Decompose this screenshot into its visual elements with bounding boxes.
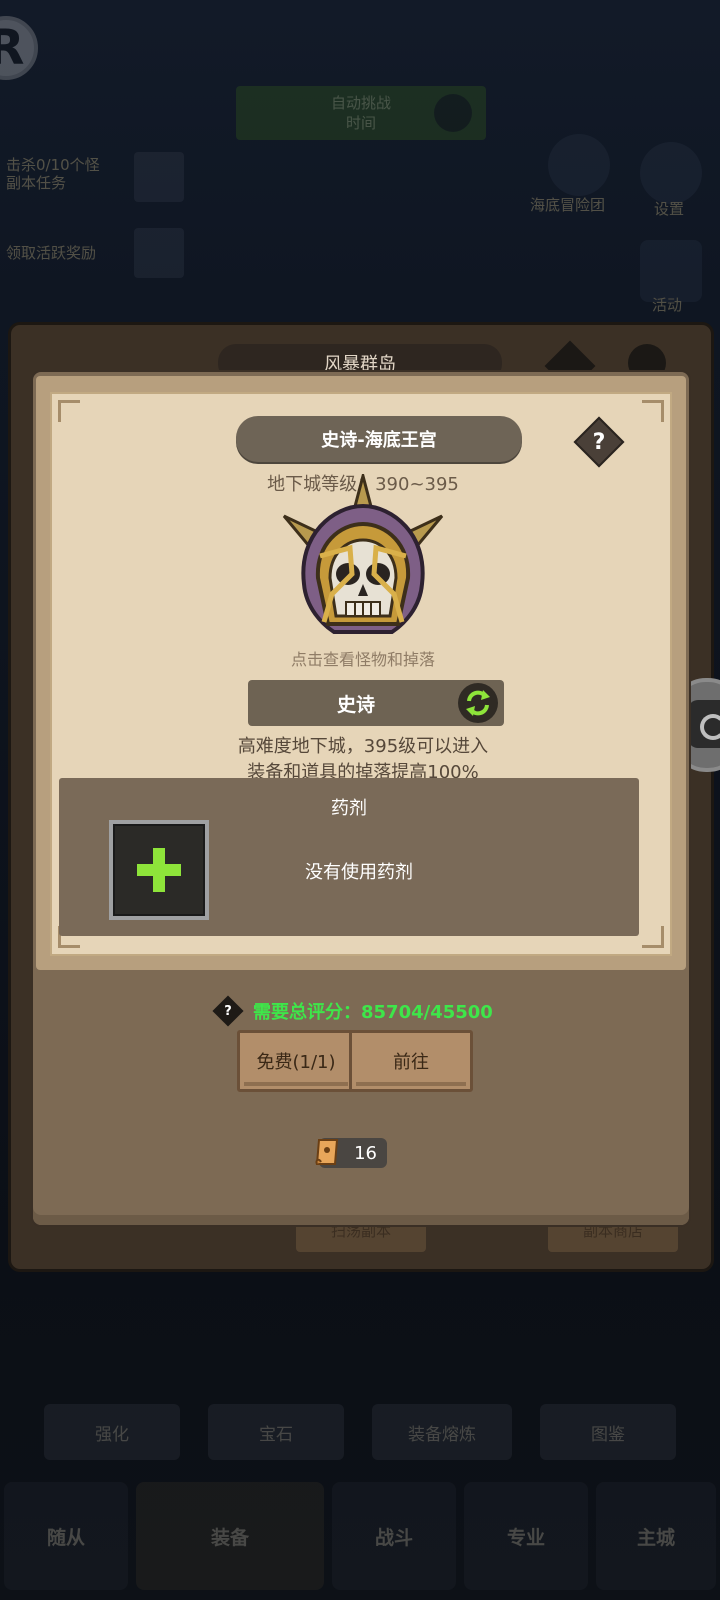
tab-enhance: 强化	[44, 1404, 180, 1460]
quest-icon-2	[134, 228, 184, 278]
tab-gem: 宝石	[208, 1404, 344, 1460]
banner-line2: 时间	[345, 114, 376, 132]
add-potion-button[interactable]	[109, 820, 209, 920]
go-button[interactable]: 前往	[349, 1030, 473, 1092]
settings-label: 设置	[654, 200, 685, 218]
auto-challenge-banner: 自动挑战 时间	[236, 86, 486, 140]
nav-battle: 战斗	[332, 1482, 456, 1590]
refresh-icon	[688, 700, 720, 748]
quest-item-1: 击杀0/10个怪 副本任务	[6, 156, 100, 192]
scroll-icon	[315, 1139, 339, 1165]
required-score-text: 需要总评分：85704/45500	[253, 1002, 493, 1023]
scroll-counter: 16	[315, 1138, 387, 1168]
required-score: ? 需要总评分：85704/45500	[212, 995, 493, 1027]
quest-line1: 击杀0/10个怪	[6, 156, 100, 174]
quest-icon-1	[134, 152, 184, 202]
boss-hint-text: 点击查看怪物和掉落	[290, 650, 435, 669]
tab-smelt: 装备熔炼	[372, 1404, 512, 1460]
nav-city: 主城	[596, 1482, 716, 1590]
dungeon-dialog: 史诗-海底王宫 ? 地下城等级：390~395	[33, 372, 689, 1225]
skull-helmet-boss-icon	[282, 470, 444, 634]
corner-ornament	[642, 400, 664, 422]
activity-label: 活动	[652, 296, 683, 314]
difficulty-selector: 史诗	[248, 680, 504, 726]
nav-profession: 专业	[464, 1482, 588, 1590]
nav-followers: 随从	[4, 1482, 128, 1590]
free-entry-button[interactable]: 免费(1/1)	[237, 1030, 355, 1092]
banner-round-icon	[434, 94, 472, 132]
quest-item-2: 领取活跃奖励	[6, 244, 97, 262]
adventure-team-icon	[548, 134, 610, 196]
help-icon: ?	[592, 429, 606, 455]
cycle-arrows-icon	[466, 690, 490, 716]
difficulty-label: 史诗	[336, 693, 375, 716]
scroll-count-value: 16	[354, 1142, 377, 1164]
dungeon-title: 史诗-海底王宫	[236, 416, 522, 462]
corner-ornament	[642, 926, 664, 948]
settings-gear-icon	[640, 142, 702, 204]
quest-line2: 副本任务	[6, 174, 67, 192]
potion-empty-text: 没有使用药剂	[305, 862, 413, 883]
desc-line1: 高难度地下城，395级可以进入	[237, 736, 489, 757]
help-button[interactable]: ?	[573, 416, 625, 468]
potion-title: 药剂	[331, 798, 367, 819]
difficulty-switch-button[interactable]	[458, 683, 498, 723]
nav-equipment: 装备	[136, 1482, 324, 1590]
activity-icon	[640, 240, 702, 302]
score-help-icon: ?	[224, 1003, 232, 1019]
adventure-team-label: 海底冒险团	[530, 196, 606, 214]
potion-panel: 药剂 没有使用药剂	[59, 778, 639, 936]
score-help-button[interactable]: ?	[212, 995, 244, 1027]
app-logo-icon: R	[0, 16, 38, 80]
boss-portrait-button[interactable]	[274, 470, 452, 652]
tab-codex: 图鉴	[540, 1404, 676, 1460]
action-buttons: 免费(1/1) 前往	[237, 1030, 473, 1094]
corner-ornament	[58, 400, 80, 422]
banner-line1: 自动挑战	[330, 94, 391, 112]
